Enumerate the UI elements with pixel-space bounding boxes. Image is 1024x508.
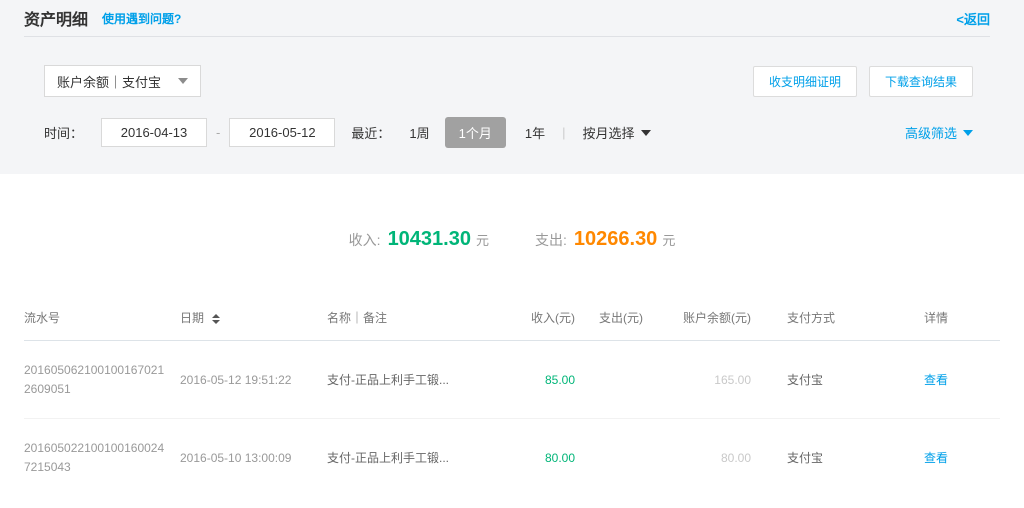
sort-down-arrow-icon: [212, 320, 220, 324]
filter-row-time: 时间： - 最近： 1周 1个月 1年 | 按月选择 高级筛选: [0, 117, 1024, 148]
column-header-income: 收入(元): [495, 309, 575, 341]
column-header-serial: 流水号: [24, 309, 180, 341]
date-to-input[interactable]: [229, 118, 335, 147]
income-summary: 收入: 10431.30 元: [349, 228, 489, 251]
cell-balance: 165.00: [643, 341, 751, 419]
account-select-dropdown[interactable]: 账户余额｜支付宝: [44, 65, 201, 97]
summary-bar: 收入: 10431.30 元 支出: 10266.30 元: [0, 174, 1024, 251]
back-link[interactable]: <返回: [956, 9, 990, 28]
cell-income: 85.00: [495, 341, 575, 419]
cell-name: 支付-正品上利手工锻...: [327, 341, 495, 419]
cell-name: 支付-正品上利手工锻...: [327, 419, 495, 497]
cell-detail: 查看: [911, 341, 1000, 419]
expense-label: 支出:: [535, 230, 567, 250]
serial-number: 2016050221001001600247215043: [24, 439, 168, 476]
chevron-down-icon: [641, 130, 651, 136]
column-header-balance: 账户余额(元): [643, 309, 751, 341]
view-detail-link[interactable]: 查看: [924, 451, 948, 465]
help-link[interactable]: 使用遇到问题?: [102, 10, 181, 27]
date-from-input[interactable]: [101, 118, 207, 147]
page-header: 资产明细 使用遇到问题? <返回: [24, 0, 990, 37]
chevron-down-icon: [178, 78, 188, 84]
income-unit: 元: [476, 230, 489, 249]
column-header-method: 支付方式: [751, 309, 911, 341]
expense-unit: 元: [662, 230, 675, 249]
cell-payment-method: 支付宝: [751, 341, 911, 419]
cell-expense: [575, 341, 643, 419]
table-row: 2016050221001001600247215043 2016-05-10 …: [24, 419, 1000, 497]
cell-income: 80.00: [495, 419, 575, 497]
cell-serial: 2016050221001001600247215043: [24, 419, 180, 497]
advanced-filter-label: 高级筛选: [905, 123, 957, 142]
page-title: 资产明细: [24, 6, 88, 30]
view-detail-link[interactable]: 查看: [924, 373, 948, 387]
divider: |: [562, 125, 565, 140]
sort-icon[interactable]: [212, 314, 220, 324]
date-header-label: 日期: [180, 311, 204, 325]
sort-up-arrow-icon: [212, 314, 220, 318]
cell-serial: 2016050621001001670212609051: [24, 341, 180, 419]
cell-payment-method: 支付宝: [751, 419, 911, 497]
filter-row-account: 账户余额｜支付宝 收支明细证明 下载查询结果: [0, 65, 1024, 97]
month-select-label: 按月选择: [582, 123, 634, 142]
table-row: 2016050621001001670212609051 2016-05-12 …: [24, 341, 1000, 419]
cell-date: 2016-05-12 19:51:22: [180, 341, 327, 419]
cell-detail: 查看: [911, 419, 1000, 497]
column-header-name: 名称｜备注: [327, 309, 495, 341]
month-select-dropdown[interactable]: 按月选择: [582, 123, 651, 142]
expense-summary: 支出: 10266.30 元: [535, 228, 675, 251]
action-buttons: 收支明细证明 下载查询结果: [741, 66, 973, 97]
advanced-filter-link[interactable]: 高级筛选: [905, 123, 973, 142]
column-header-detail: 详情: [911, 309, 1000, 341]
serial-number: 2016050621001001670212609051: [24, 361, 168, 398]
transactions-table: 流水号 日期 名称｜备注 收入(元) 支出(元) 账户余额(元) 支付方式 详情…: [24, 309, 1000, 497]
cell-expense: [575, 419, 643, 497]
range-option-1week[interactable]: 1周: [409, 123, 429, 142]
column-header-expense: 支出(元): [575, 309, 643, 341]
filter-panel: 资产明细 使用遇到问题? <返回 账户余额｜支付宝 收支明细证明 下载查询结果 …: [0, 0, 1024, 174]
recent-label: 最近：: [351, 123, 390, 142]
income-expense-proof-button[interactable]: 收支明细证明: [753, 66, 857, 97]
range-option-1year[interactable]: 1年: [525, 123, 545, 142]
chevron-down-icon: [963, 130, 973, 136]
download-results-button[interactable]: 下载查询结果: [869, 66, 973, 97]
column-header-date[interactable]: 日期: [180, 309, 327, 341]
expense-value: 10266.30: [574, 228, 657, 251]
income-label: 收入:: [349, 230, 381, 250]
account-select-value: 账户余额｜支付宝: [57, 72, 161, 91]
time-label: 时间：: [44, 123, 83, 142]
cell-date: 2016-05-10 13:00:09: [180, 419, 327, 497]
table-header-row: 流水号 日期 名称｜备注 收入(元) 支出(元) 账户余额(元) 支付方式 详情: [24, 309, 1000, 341]
date-range-dash: -: [216, 125, 220, 140]
cell-balance: 80.00: [643, 419, 751, 497]
range-option-1month[interactable]: 1个月: [445, 117, 506, 148]
income-value: 10431.30: [388, 228, 471, 251]
